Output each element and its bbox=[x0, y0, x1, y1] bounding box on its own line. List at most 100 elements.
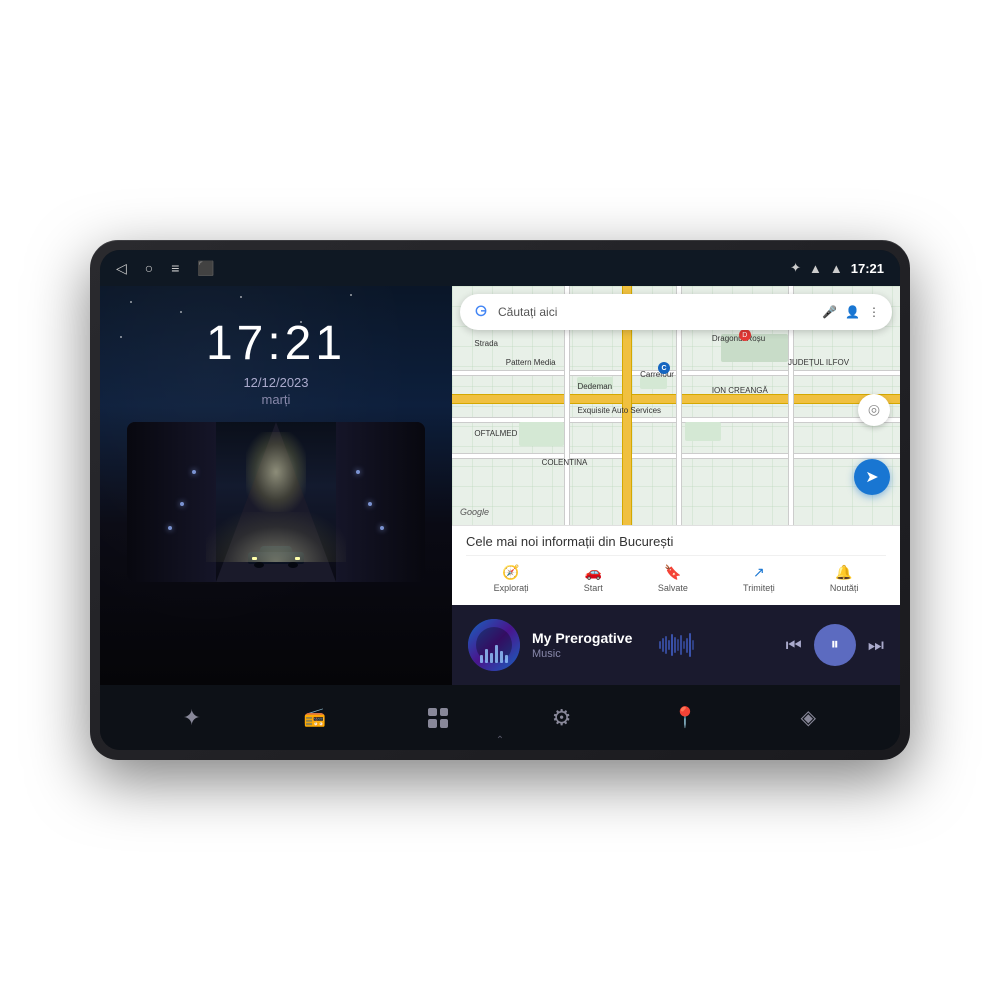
location-button[interactable]: ◎ bbox=[858, 394, 890, 426]
explorati-label: Explorați bbox=[494, 583, 529, 593]
tab-explorati[interactable]: 🧭 Explorați bbox=[486, 560, 537, 597]
lock-screen-time: 17:21 bbox=[206, 316, 346, 371]
microphone-icon[interactable]: 🎤 bbox=[822, 305, 837, 319]
dock-item-radio[interactable]: 📻 bbox=[291, 694, 339, 742]
album-art bbox=[468, 619, 520, 671]
status-bar: ◁ ○ ≡ ⬛ ✦ ▲ ▲ 17:21 bbox=[100, 250, 900, 286]
map-block-3 bbox=[519, 422, 564, 446]
tunnel-wall-right bbox=[336, 422, 426, 582]
wave-bar-4 bbox=[495, 645, 498, 663]
wave-bar-6 bbox=[505, 655, 508, 663]
device-screen: ◁ ○ ≡ ⬛ ✦ ▲ ▲ 17:21 bbox=[100, 250, 900, 750]
tab-start[interactable]: 🚗 Start bbox=[576, 560, 611, 597]
salvate-label: Salvate bbox=[658, 583, 688, 593]
device: ◁ ○ ≡ ⬛ ✦ ▲ ▲ 17:21 bbox=[90, 240, 910, 760]
google-logo: Google bbox=[460, 507, 489, 517]
tab-salvate[interactable]: 🔖 Salvate bbox=[650, 560, 696, 597]
next-button[interactable]: ⏭ bbox=[868, 635, 884, 656]
navigate-button[interactable]: ➤ bbox=[854, 459, 890, 495]
screenshot-button[interactable]: ⬛ bbox=[197, 260, 214, 277]
wf-5 bbox=[671, 634, 673, 656]
star-2 bbox=[180, 311, 182, 313]
noutati-icon: 🔔 bbox=[835, 564, 852, 581]
main-content: 17:21 12/12/2023 marți bbox=[100, 286, 900, 685]
tab-noutati[interactable]: 🔔 Noutăți bbox=[822, 560, 867, 597]
track-subtitle: Music bbox=[532, 648, 647, 660]
dock-item-cube[interactable]: ◈ bbox=[784, 694, 832, 742]
map-label-dedeman: Dedeman bbox=[577, 382, 612, 391]
map-label-judet: JUDEȚUL ILFOV bbox=[788, 358, 849, 367]
star-3 bbox=[240, 296, 242, 298]
wf-11 bbox=[689, 633, 691, 657]
dock-item-bluetooth[interactable]: ✦ bbox=[168, 694, 216, 742]
music-controls: ⏮ ⏸ ⏭ bbox=[786, 624, 884, 666]
lock-screen-day: marți bbox=[262, 392, 291, 407]
map-label-pattern: Pattern Media bbox=[506, 358, 556, 367]
cube-dock-icon: ◈ bbox=[801, 705, 816, 730]
start-icon: 🚗 bbox=[585, 564, 602, 581]
bottom-dock: ✦ 📻 ⚙ 📍 ◈ bbox=[100, 685, 900, 750]
wf-4 bbox=[668, 640, 670, 650]
dock-item-maps[interactable]: 📍 bbox=[661, 694, 709, 742]
headlight-left bbox=[252, 557, 257, 560]
map-label-exquisite: Exquisite Auto Services bbox=[577, 406, 661, 415]
settings-dock-icon: ⚙ bbox=[552, 705, 572, 731]
star-5 bbox=[350, 294, 352, 296]
dock-item-apps[interactable] bbox=[414, 694, 462, 742]
tab-trimiteti[interactable]: ↗ Trimiteți bbox=[735, 560, 783, 597]
music-waveform bbox=[659, 630, 774, 660]
wave-bar-1 bbox=[480, 655, 483, 663]
wf-12 bbox=[692, 640, 694, 650]
maps-dock-icon: 📍 bbox=[673, 705, 698, 730]
track-title: My Prerogative bbox=[532, 630, 647, 646]
dock-item-settings[interactable]: ⚙ bbox=[538, 694, 586, 742]
info-bar: Cele mai noi informații din București 🧭 … bbox=[452, 525, 900, 605]
menu-button[interactable]: ≡ bbox=[171, 260, 179, 276]
account-icon[interactable]: 👤 bbox=[845, 305, 860, 319]
salvate-icon: 🔖 bbox=[664, 564, 681, 581]
headlights bbox=[206, 512, 346, 562]
search-action-icons: 🎤 👤 ⋮ bbox=[822, 305, 880, 319]
wf-9 bbox=[683, 641, 685, 649]
prev-button[interactable]: ⏮ bbox=[786, 635, 802, 656]
side-light-r1 bbox=[356, 470, 360, 474]
headlight-right bbox=[295, 557, 300, 560]
wf-7 bbox=[677, 639, 679, 651]
noutati-label: Noutăți bbox=[830, 583, 859, 593]
map-label-ion-creanga: ION CREANGĂ bbox=[712, 386, 768, 395]
wf-10 bbox=[686, 638, 688, 653]
wf-6 bbox=[674, 637, 676, 653]
home-button[interactable]: ○ bbox=[145, 260, 153, 276]
wf-3 bbox=[665, 636, 667, 654]
map-block-4 bbox=[685, 422, 721, 441]
map-pin-dragonul: D bbox=[739, 329, 751, 341]
grid-icon[interactable]: ⋮ bbox=[868, 305, 880, 319]
side-light-r2 bbox=[368, 502, 372, 506]
map-label-colentina: COLENTINA bbox=[542, 458, 588, 467]
google-maps-icon bbox=[472, 303, 490, 321]
track-info: My Prerogative Music bbox=[532, 630, 647, 660]
lock-screen-date: 12/12/2023 bbox=[243, 375, 308, 390]
search-placeholder: Căutați aici bbox=[498, 305, 814, 319]
back-button[interactable]: ◁ bbox=[116, 260, 127, 277]
bluetooth-icon: ✦ bbox=[790, 260, 801, 276]
apps-grid-icon bbox=[428, 708, 448, 728]
wave-container bbox=[468, 619, 520, 671]
wheel-left bbox=[254, 562, 264, 568]
map-tabs: 🧭 Explorați 🚗 Start 🔖 Salvate ↗ bbox=[466, 555, 886, 597]
map-search-bar[interactable]: Căutați aici 🎤 👤 ⋮ bbox=[460, 294, 892, 330]
map-label-strada: Strada bbox=[474, 339, 498, 348]
car-silhouette bbox=[248, 544, 304, 570]
dock-chevron-up[interactable]: ⌃ bbox=[496, 735, 504, 746]
map-section[interactable]: Strada Pattern Media Carrefour Dragonul … bbox=[452, 286, 900, 525]
bluetooth-dock-icon: ✦ bbox=[182, 705, 200, 731]
tunnel-wall-left bbox=[127, 422, 217, 582]
star-1 bbox=[130, 301, 132, 303]
play-pause-button[interactable]: ⏸ bbox=[814, 624, 856, 666]
wave-bar-3 bbox=[490, 653, 493, 663]
trimiteti-icon: ↗ bbox=[753, 564, 765, 581]
radio-dock-icon: 📻 bbox=[304, 706, 326, 729]
trimiteti-label: Trimiteți bbox=[743, 583, 775, 593]
nav-buttons: ◁ ○ ≡ ⬛ bbox=[116, 260, 215, 277]
music-player: My Prerogative Music bbox=[452, 605, 900, 685]
